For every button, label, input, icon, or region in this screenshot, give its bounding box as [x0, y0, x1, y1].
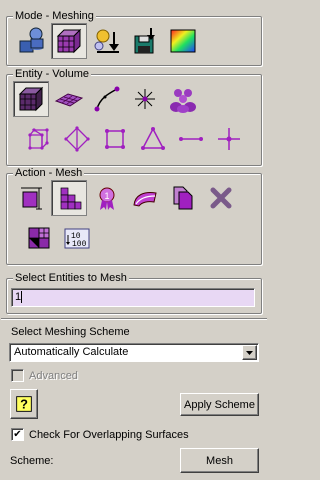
- geometry-mode-icon[interactable]: [13, 23, 49, 59]
- quad-element-icon[interactable]: [97, 121, 133, 157]
- entities-group: Select Entities to Mesh 1: [6, 272, 262, 314]
- scheme-select[interactable]: Automatically Calculate: [9, 343, 259, 362]
- apply-scheme-label: Apply Scheme: [184, 398, 255, 411]
- group-icon[interactable]: [165, 81, 201, 117]
- mesh-quality-icon[interactable]: 1: [89, 180, 125, 216]
- overlap-checkbox[interactable]: ✔: [11, 428, 24, 441]
- copy-mesh-icon[interactable]: [165, 180, 201, 216]
- analysis-icon[interactable]: [165, 23, 201, 59]
- tet-element-icon[interactable]: [59, 121, 95, 157]
- refine-mesh-icon[interactable]: [21, 220, 57, 256]
- entity-group-title: Entity - Volume: [13, 68, 91, 81]
- scheme-select-value: Automatically Calculate: [14, 346, 129, 358]
- scheme-panel-title: Select Meshing Scheme: [11, 326, 130, 338]
- hex-element-icon[interactable]: [21, 121, 57, 157]
- mesh-button[interactable]: Mesh: [180, 448, 259, 473]
- entities-input[interactable]: 1: [11, 288, 255, 307]
- advanced-label: Advanced: [29, 370, 78, 382]
- node-icon[interactable]: [211, 121, 247, 157]
- vertex-icon[interactable]: [127, 81, 163, 117]
- apply-scheme-button[interactable]: Apply Scheme: [180, 393, 259, 416]
- overlap-label: Check For Overlapping Surfaces: [29, 429, 189, 441]
- dropdown-arrow-icon[interactable]: [242, 345, 257, 360]
- checkmark-icon: ✔: [13, 429, 22, 440]
- entity-group: Entity - Volume: [6, 68, 262, 166]
- volume-icon[interactable]: [13, 81, 49, 117]
- boundary-conditions-icon[interactable]: [89, 23, 125, 59]
- meshing-mode-icon[interactable]: [51, 23, 87, 59]
- mesh-scheme-icon[interactable]: [51, 180, 87, 216]
- renumber-icon[interactable]: 10 100: [59, 220, 95, 256]
- surface-icon[interactable]: [51, 81, 87, 117]
- scheme-status-label: Scheme:: [10, 455, 54, 467]
- svg-text:?: ?: [20, 397, 28, 412]
- export-icon[interactable]: [127, 23, 163, 59]
- svg-text:100: 100: [72, 240, 87, 249]
- panel-divider: [1, 318, 267, 320]
- mesh-button-label: Mesh: [206, 454, 233, 467]
- mode-group: Mode - Meshing: [6, 10, 262, 66]
- action-group: Action - Mesh 1 10 100: [6, 167, 262, 265]
- curve-icon[interactable]: [89, 81, 125, 117]
- svg-text:1: 1: [104, 191, 109, 201]
- tri-element-icon[interactable]: [135, 121, 171, 157]
- edge-element-icon[interactable]: [173, 121, 209, 157]
- mode-group-title: Mode - Meshing: [13, 10, 96, 23]
- smooth-mesh-icon[interactable]: [127, 180, 163, 216]
- delete-mesh-icon[interactable]: [203, 180, 239, 216]
- help-button[interactable]: ?: [10, 389, 38, 419]
- help-icon: ?: [16, 396, 32, 412]
- entities-group-title: Select Entities to Mesh: [13, 272, 129, 285]
- action-group-title: Action - Mesh: [13, 167, 85, 180]
- mesh-size-icon[interactable]: [13, 180, 49, 216]
- advanced-checkbox[interactable]: [11, 369, 24, 382]
